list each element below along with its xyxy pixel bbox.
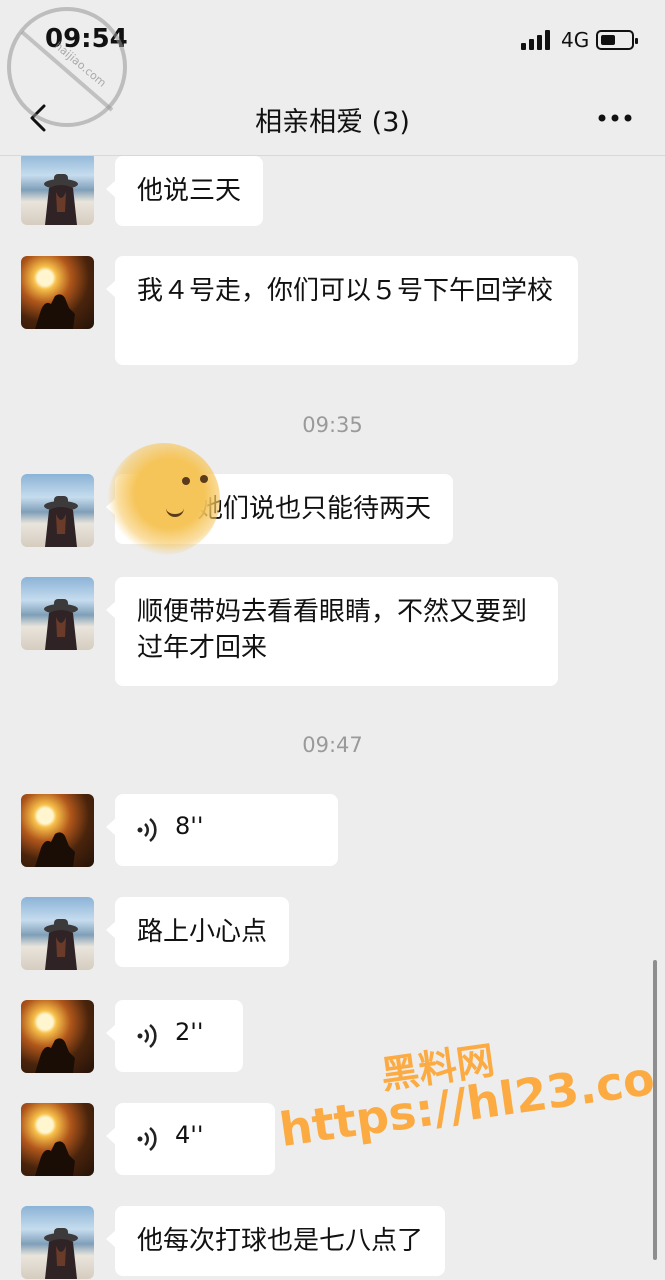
avatar-sunset[interactable] (21, 256, 94, 329)
avatar-sunset[interactable] (21, 794, 94, 867)
voice-duration: 4'' (175, 1121, 204, 1149)
timestamp: 09:35 (302, 413, 363, 437)
voice-duration: 2'' (175, 1018, 204, 1046)
avatar-sunset[interactable] (21, 1103, 94, 1176)
voice-icon (137, 1023, 157, 1049)
avatar-girl[interactable] (21, 897, 94, 970)
voice-icon (137, 817, 157, 843)
timestamp: 09:47 (302, 733, 363, 757)
message-bubble[interactable]: 顺便带妈去看看眼睛，不然又要到过年才回来 (106, 577, 558, 686)
voice-message[interactable]: 2'' (106, 1000, 243, 1072)
more-icon[interactable] (596, 108, 636, 128)
scrollbar[interactable] (653, 960, 657, 1260)
voice-duration: 8'' (175, 812, 204, 840)
message-bubble[interactable]: 他说三天 (105, 156, 264, 226)
sticker-overlay (108, 443, 220, 555)
avatar-girl[interactable] (21, 1206, 94, 1279)
battery-icon (596, 30, 638, 50)
signal-icon (521, 30, 550, 50)
avatar-girl[interactable] (21, 156, 94, 225)
message-bubble[interactable]: 他每次打球也是七八点了 (105, 1206, 446, 1276)
message-bubble[interactable]: 我４号走，你们可以５号下午回学校 (106, 256, 578, 365)
message-bubble[interactable]: 路上小心点 (105, 897, 290, 967)
voice-message[interactable]: 4'' (106, 1103, 275, 1175)
network-type: 4G (561, 28, 590, 52)
voice-icon (137, 1126, 157, 1152)
watermark-stamp: haijiao.com (7, 7, 127, 127)
avatar-girl[interactable] (21, 474, 94, 547)
avatar-girl[interactable] (21, 577, 94, 650)
avatar-sunset[interactable] (21, 1000, 94, 1073)
voice-message[interactable]: 8'' (106, 794, 338, 866)
